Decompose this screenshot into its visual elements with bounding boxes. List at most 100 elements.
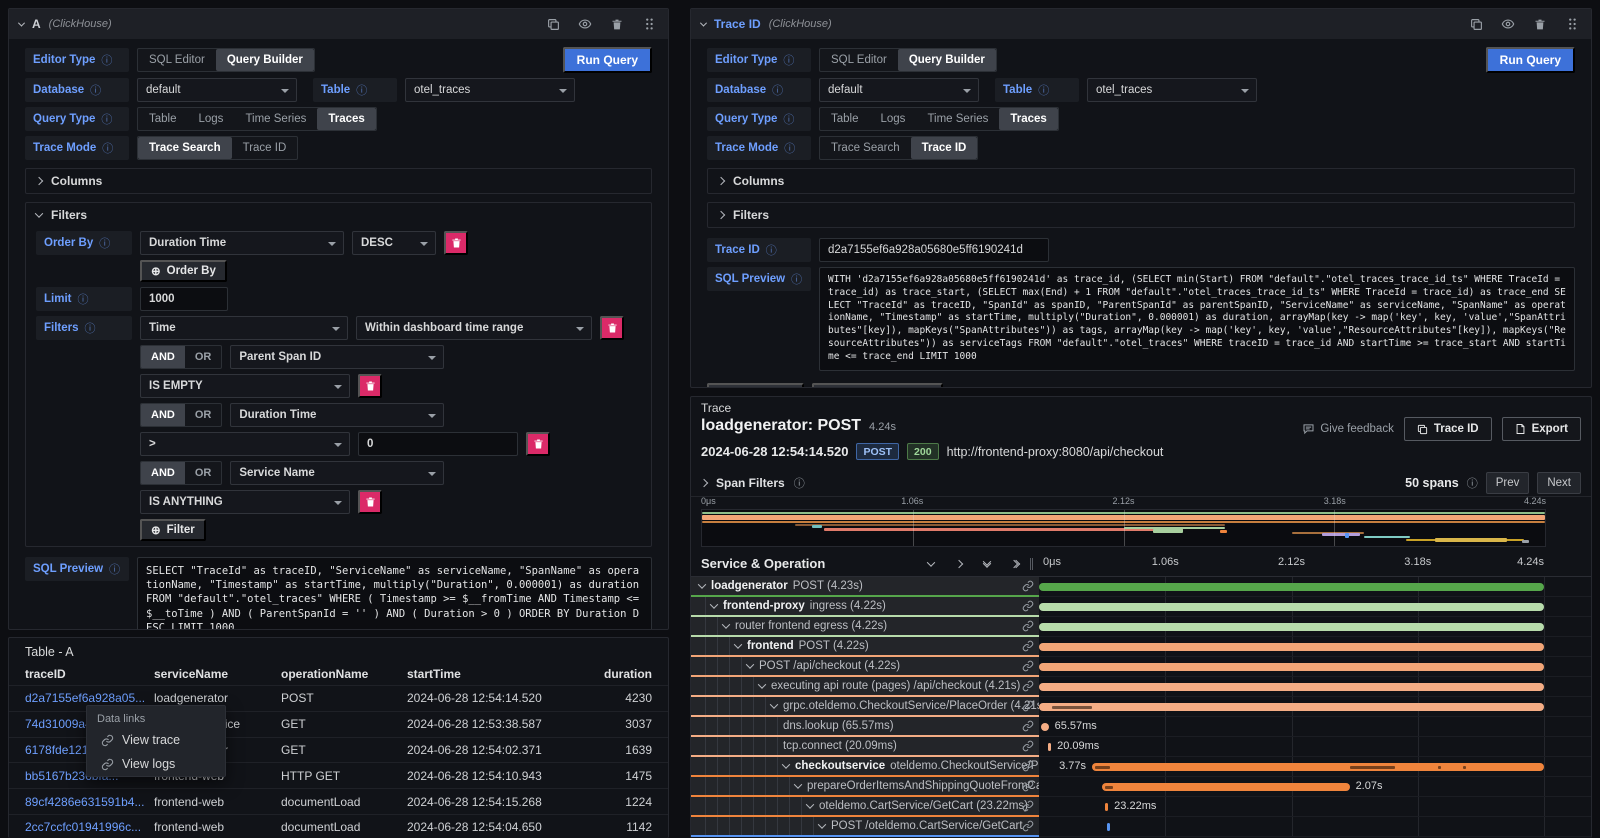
duplicate-icon[interactable] bbox=[1467, 15, 1485, 33]
span-link-icon[interactable] bbox=[1022, 820, 1034, 835]
tab-query-builder[interactable]: Query Builder bbox=[898, 49, 996, 71]
span-bar[interactable] bbox=[1039, 643, 1544, 651]
trace-id-input[interactable]: d2a7155ef6a928a05680e5ff6190241d bbox=[819, 238, 1049, 262]
span-link-icon[interactable] bbox=[1022, 760, 1034, 775]
span-bar[interactable] bbox=[1039, 683, 1544, 691]
trace-id-link[interactable]: 2cc7ccfc01941996c... bbox=[25, 820, 154, 834]
tab-time-series[interactable]: Time Series bbox=[234, 108, 317, 130]
add-filter-button[interactable]: ⊕Filter bbox=[140, 519, 206, 541]
tab-traces[interactable]: Traces bbox=[317, 108, 375, 130]
span-bar[interactable] bbox=[1102, 783, 1349, 791]
table-select[interactable]: otel_traces bbox=[1087, 78, 1257, 102]
condition-value-input[interactable]: 0 bbox=[358, 432, 518, 456]
view-logs-link[interactable]: View logs bbox=[87, 752, 225, 776]
span-name[interactable]: frontend-proxyingress (4.22s) bbox=[691, 597, 1039, 617]
span-name[interactable]: grpc.oteldemo.CheckoutService/PlaceOrder… bbox=[691, 697, 1039, 717]
span-link-icon[interactable] bbox=[1022, 720, 1034, 735]
chevron-down-icon[interactable] bbox=[794, 780, 802, 788]
tab-sql-editor[interactable]: SQL Editor bbox=[820, 49, 898, 71]
tab-sql-editor[interactable]: SQL Editor bbox=[138, 49, 216, 71]
expand-all-icon[interactable] bbox=[1006, 555, 1024, 573]
order-by-dir-select[interactable]: DESC bbox=[352, 231, 436, 255]
chevron-down-icon[interactable] bbox=[734, 640, 742, 648]
span-name[interactable]: executing api route (pages) /api/checkou… bbox=[691, 677, 1039, 697]
span-link-icon[interactable] bbox=[1022, 660, 1034, 675]
drag-handle-icon[interactable] bbox=[1563, 15, 1581, 33]
column-header[interactable]: duration bbox=[583, 667, 652, 681]
span-link-icon[interactable] bbox=[1022, 700, 1034, 715]
span-name[interactable]: POST /oteldemo.CartService/GetCart bbox=[691, 817, 1039, 837]
prev-button[interactable]: Prev bbox=[1486, 472, 1530, 494]
next-button[interactable]: Next bbox=[1537, 472, 1581, 494]
span-bar[interactable] bbox=[1107, 823, 1110, 831]
tab-logs[interactable]: Logs bbox=[188, 108, 235, 130]
span-name[interactable]: prepareOrderItemsAndShippingQuoteFromCar… bbox=[691, 777, 1039, 797]
condition-op-select[interactable]: IS EMPTY bbox=[140, 374, 350, 398]
trash-icon[interactable] bbox=[608, 15, 626, 33]
condition-op-select[interactable]: > bbox=[140, 432, 350, 456]
chevron-down-icon[interactable] bbox=[806, 800, 814, 808]
span-bar[interactable] bbox=[1039, 663, 1544, 671]
column-header[interactable]: traceID bbox=[25, 667, 154, 681]
query-panel-a-header[interactable]: A (ClickHouse) bbox=[9, 9, 668, 39]
trace-minimap[interactable] bbox=[701, 509, 1546, 547]
tab-query-builder[interactable]: Query Builder bbox=[216, 49, 314, 71]
collapse-one-icon[interactable] bbox=[922, 555, 940, 573]
span-link-icon[interactable] bbox=[1022, 640, 1034, 655]
tab-time-series[interactable]: Time Series bbox=[916, 108, 999, 130]
trace-id-link[interactable]: 89cf4286e631591b4... bbox=[25, 795, 154, 809]
tab-trace-search[interactable]: Trace Search bbox=[820, 137, 911, 159]
column-header[interactable]: serviceName bbox=[154, 667, 281, 681]
chevron-down-icon[interactable] bbox=[746, 660, 754, 668]
trash-icon[interactable] bbox=[1531, 15, 1549, 33]
run-query-button[interactable]: Run Query bbox=[563, 47, 652, 73]
condition-field-select[interactable]: Service Name bbox=[230, 461, 444, 485]
tab-table[interactable]: Table bbox=[820, 108, 870, 130]
span-bar[interactable] bbox=[1039, 583, 1544, 591]
order-by-field-select[interactable]: Duration Time bbox=[140, 231, 344, 255]
add-order-by-button[interactable]: ⊕Order By bbox=[140, 260, 227, 282]
filter-time-range-select[interactable]: Within dashboard time range bbox=[356, 316, 592, 340]
span-bar[interactable] bbox=[1039, 703, 1544, 711]
chevron-down-icon[interactable] bbox=[710, 600, 718, 608]
span-name[interactable]: router frontend egress (4.22s) bbox=[691, 617, 1039, 637]
span-name[interactable]: oteldemo.CartService/GetCart (23.22ms) bbox=[691, 797, 1039, 817]
span-name[interactable]: POST /api/checkout (4.22s) bbox=[691, 657, 1039, 677]
expand-one-icon[interactable] bbox=[950, 555, 968, 573]
column-header[interactable]: operationName bbox=[281, 667, 407, 681]
chevron-down-icon[interactable] bbox=[782, 760, 790, 768]
export-button[interactable]: Export bbox=[1502, 417, 1581, 441]
eye-icon[interactable] bbox=[576, 15, 594, 33]
chevron-down-icon[interactable] bbox=[758, 680, 766, 688]
tab-trace-id[interactable]: Trace ID bbox=[232, 137, 298, 159]
span-name[interactable]: tcp.connect (20.09ms) bbox=[691, 737, 1039, 757]
database-select[interactable]: default bbox=[137, 78, 297, 102]
trace-id-link[interactable]: d2a7155ef6a928a05... bbox=[25, 691, 154, 705]
bool-toggle[interactable]: ANDOR bbox=[140, 461, 222, 485]
tab-table[interactable]: Table bbox=[138, 108, 188, 130]
filters-section[interactable]: Filters bbox=[707, 202, 1575, 228]
condition-field-select[interactable]: Parent Span ID bbox=[230, 345, 444, 369]
chevron-down-icon[interactable] bbox=[818, 820, 826, 828]
trace-id-button[interactable]: Trace ID bbox=[1404, 417, 1492, 441]
span-filters-toggle[interactable]: Span Filters ⓘ bbox=[701, 475, 805, 491]
condition-op-select[interactable]: IS ANYTHING bbox=[140, 490, 350, 514]
tab-trace-search[interactable]: Trace Search bbox=[138, 137, 232, 159]
remove-order-by-button[interactable] bbox=[444, 231, 468, 255]
span-bar[interactable] bbox=[1041, 723, 1049, 731]
eye-icon[interactable] bbox=[1499, 15, 1517, 33]
bool-toggle[interactable]: ANDOR bbox=[140, 345, 222, 369]
span-bar[interactable] bbox=[1048, 743, 1051, 751]
chevron-down-icon[interactable] bbox=[770, 700, 778, 708]
span-link-icon[interactable] bbox=[1022, 600, 1034, 615]
query-inspector-button[interactable]: ⓘQuery inspector bbox=[812, 383, 943, 388]
span-bar[interactable] bbox=[1105, 803, 1109, 811]
column-header[interactable]: startTime bbox=[407, 667, 583, 681]
limit-input[interactable]: 1000 bbox=[140, 287, 228, 311]
span-bar[interactable] bbox=[1039, 603, 1544, 611]
query-panel-trace-id-header[interactable]: Trace ID (ClickHouse) bbox=[691, 9, 1591, 39]
span-name[interactable]: checkoutserviceoteldemo.CheckoutService/… bbox=[691, 757, 1039, 777]
give-feedback-link[interactable]: Give feedback bbox=[1302, 423, 1394, 435]
column-resize-handle[interactable] bbox=[1030, 558, 1033, 570]
bool-toggle[interactable]: ANDOR bbox=[140, 403, 222, 427]
